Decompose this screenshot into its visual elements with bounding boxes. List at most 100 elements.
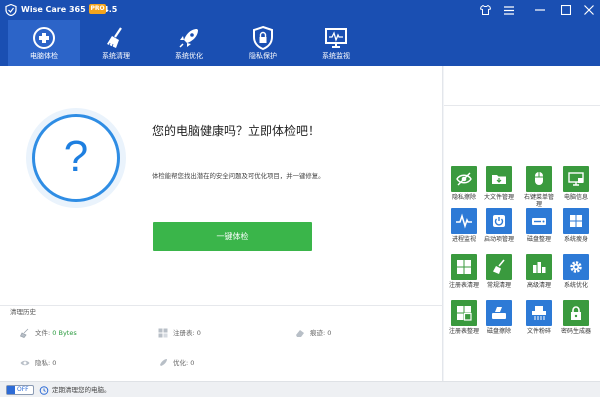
tool-system-optimizer[interactable]: 系统优化 [561,254,591,289]
lock-icon [563,300,589,326]
broom-tile-icon [486,254,512,280]
power-icon [486,208,512,234]
tool-file-shredder[interactable]: 文件粉碎 [524,300,554,335]
tool-startup-manager[interactable]: 启动项管理 [484,208,514,243]
tool-label: 高级清理 [526,282,551,289]
history-registry: 注册表: 0 [158,328,201,338]
tool-disk-eraser[interactable]: 磁盘擦除 [484,300,514,335]
tab-pc-checkup-label: 电脑体检 [30,52,58,60]
gear-icon [563,254,589,280]
history-files: 文件: 0 Bytes [20,328,77,338]
tool-label: 右键菜单管理 [524,194,555,208]
tool-process-monitor[interactable]: 进程监视 [449,208,479,243]
cleanup-history-title: 清理历史 [10,308,36,316]
schedule-clean-toggle[interactable]: OFF [6,385,34,395]
registry-icon [451,254,477,280]
app-logo-icon [5,4,17,16]
tool-disk-defrag[interactable]: 磁盘整理 [524,208,554,243]
tool-registry-defrag[interactable]: 注册表整理 [449,300,479,335]
tool-label: 进程监视 [451,236,476,243]
tab-system-tuneup-label: 系统优化 [175,52,203,60]
tab-privacy-protector[interactable]: 隐私保护 [227,20,299,66]
privacy-value: 0 [52,359,57,367]
close-icon[interactable] [582,3,596,17]
tool-advanced-cleaner[interactable]: 高级清理 [524,254,554,289]
minimize-icon[interactable] [533,3,547,17]
tab-system-monitor[interactable]: 系统监视 [300,20,372,66]
tool-label: 文件粉碎 [526,328,551,335]
pc-info-icon [563,166,589,192]
tool-context-menu[interactable]: 右键菜单管理 [524,166,554,208]
rocket-small-icon [160,359,167,366]
tool-label: 磁盘擦除 [486,328,511,335]
broom-icon [107,27,122,49]
main-panel: ? 您的电脑健康吗？立即体检吧！ 体检能帮您找出潜在的安全问题及可优化项目，并一… [0,66,443,381]
checkup-description: 体检能帮您找出潜在的安全问题及可优化项目，并一键修复。 [152,172,325,180]
tool-common-cleaner[interactable]: 常规清理 [484,254,514,289]
tool-label: 大文件管理 [484,194,515,201]
tool-label: 电脑信息 [563,194,588,201]
tools-panel-header [444,66,600,106]
health-status-circle: ? [32,114,120,202]
tool-large-file-manager[interactable]: 大文件管理 [484,166,514,201]
tab-system-cleaner[interactable]: 系统清理 [80,20,152,66]
files-label: 文件: [35,329,51,337]
registry-small-icon [158,328,168,338]
tool-label: 密码生成器 [561,328,592,335]
title-bar: Wise Care 365 - 5.4.5 PRO [0,0,600,20]
shield-lock-icon [253,25,273,51]
eraser-small-icon [296,330,304,337]
checkup-area: ? 您的电脑健康吗？立即体检吧！ 体检能帮您找出潜在的安全问题及可优化项目，并一… [0,66,443,306]
tool-privacy-eraser[interactable]: 隐私擦除 [449,166,479,201]
disk-erase-icon [486,300,512,326]
tab-system-monitor-label: 系统监视 [322,52,350,60]
monitor-icon [325,28,347,48]
optimize-label: 优化: [173,359,189,367]
pulse-icon [451,208,477,234]
pro-badge: PRO [89,4,106,14]
skin-shirt-icon[interactable] [478,3,492,17]
registry-defrag-icon [451,300,477,326]
tools-panel: 隐私擦除 大文件管理 右键菜单管理 电脑信息 进程监视 启动项管理 磁盘整理 系… [444,66,600,381]
tool-system-slimming[interactable]: 系统瘦身 [561,208,591,243]
menu-icon[interactable] [502,3,516,17]
one-click-checkup-button[interactable]: 一键体检 [153,222,312,251]
folder-icon [486,166,512,192]
files-value: 0 Bytes [52,329,77,337]
eye-slash-icon [451,166,477,192]
optimize-value: 0 [190,359,195,367]
tool-label: 注册表清理 [449,282,480,289]
privacy-label: 隐私: [35,359,51,367]
traces-label: 痕迹: [310,329,326,337]
mouse-icon [526,166,552,192]
tool-password-generator[interactable]: 密码生成器 [561,300,591,335]
history-privacy: 隐私: 0 [20,359,57,368]
tab-pc-checkup[interactable]: 电脑体检 [8,20,80,66]
status-message: 定期清理您的电脑。 [52,386,111,394]
status-bar: OFF 定期清理您的电脑。 [0,381,600,397]
tab-system-tuneup[interactable]: 系统优化 [153,20,225,66]
tool-label: 磁盘整理 [526,236,551,243]
traces-value: 0 [327,329,332,337]
toggle-knob [7,386,15,394]
tool-label: 系统瘦身 [563,236,588,243]
question-mark-icon: ? [63,132,89,181]
tool-registry-cleaner[interactable]: 注册表清理 [449,254,479,289]
registry-value: 0 [196,329,201,337]
tool-label: 注册表整理 [449,328,480,335]
history-optimize: 优化: 0 [160,359,195,368]
alarm-clock-icon [39,386,49,395]
tool-label: 常规清理 [486,282,511,289]
history-traces: 痕迹: 0 [296,329,332,338]
tool-label: 启动项管理 [484,236,515,243]
registry-label: 注册表: [173,329,195,337]
maximize-icon[interactable] [559,3,573,17]
disk-defrag-icon [526,208,552,234]
tab-privacy-protector-label: 隐私保护 [249,52,277,60]
tool-computer-info[interactable]: 电脑信息 [561,166,591,201]
tool-label: 隐私擦除 [451,194,476,201]
shredder-icon [526,300,552,326]
rocket-icon [179,29,198,48]
eye-small-icon [20,360,30,366]
bottles-icon [526,254,552,280]
